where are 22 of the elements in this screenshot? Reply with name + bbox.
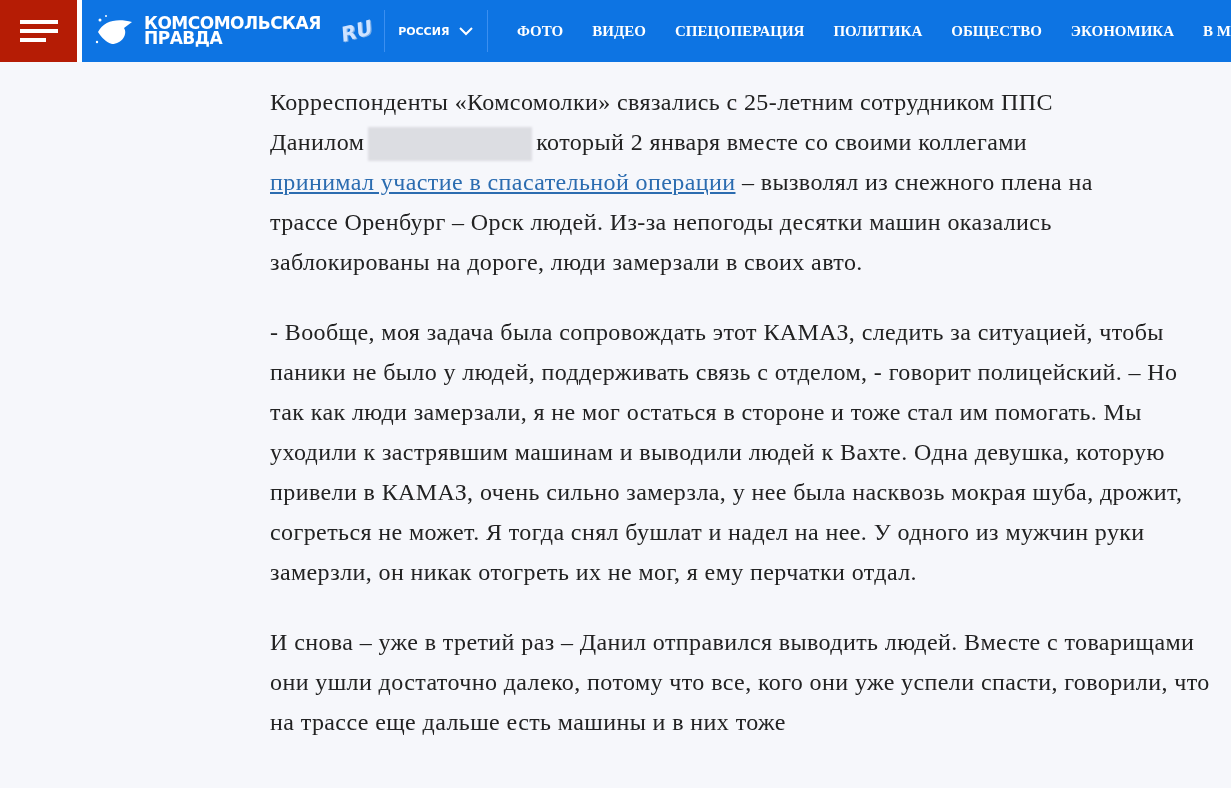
nav-link[interactable]: ОБЩЕСТВО: [951, 22, 1042, 40]
nav-link[interactable]: ПОЛИТИКА: [833, 22, 923, 40]
site-logo[interactable]: КОМСОМОЛЬСКАЯ ПРАВДА RU: [94, 12, 373, 50]
logo-text: КОМСОМОЛЬСКАЯ ПРАВДА: [144, 16, 321, 46]
paragraph-text: который 2 января вместе со своими коллегами: [536, 129, 1028, 155]
article-link[interactable]: принимал участие в спасательной операции: [270, 169, 736, 195]
paragraph-text: трассе Оренбург – Орск людей. Из-за непогоды десятки машин оказались заблокированы на дороге, люди замерзали в своих авто.: [270, 208, 1053, 277]
article-paragraph: И снова – уже в третий раз – Данил отправился выводить людей. Вместе с товарищами они ушли достаточно далеко, потому что все, кого они уже успели спасти, говорили, что на трассе еще дальше есть машины и в них тоже: [270, 628, 1210, 737]
chevron-down-icon: [459, 26, 474, 36]
nav-link[interactable]: ФОТО: [517, 22, 564, 40]
domain-label: RU: [338, 15, 375, 47]
paragraph-text: Корреспонденты «Комсомолки» связались с 25-летним сотрудником ППС: [270, 89, 1053, 115]
menu-button[interactable]: [0, 0, 77, 62]
nav-link[interactable]: СПЕЦОПЕРАЦИЯ: [674, 22, 805, 40]
menu-icon: [19, 20, 58, 42]
paragraph-text: – вызволял из снежного плена на: [741, 169, 1093, 195]
article-paragraph: - Вообще, моя задача была сопровождать этот КАМАЗ, следить за ситуацией, чтобы паники не было у людей, поддерживать связь с отделом, - говорит полицейский. – Но так как люди замерзали, я не мог остаться в стороне и тоже стал им помогать. Мы уходили к застрявшим машинам и выводили людей к Вахте. Одна девушка, которую привели в КАМАЗ, очень сильно замерзла, у нее была насквозь мокрая шуба, дрожит, согреться не может. Я тогда снял бушлат и надел на нее. У одного из мужчин руки замерзли, он никак отогреть их не мог, я ему перчатки отдал.: [270, 318, 1184, 587]
paragraph-text: Данилом: [270, 129, 365, 155]
nav-link[interactable]: ВИДЕО: [592, 22, 646, 40]
nav-link[interactable]: В М: [1203, 22, 1231, 40]
nav-link[interactable]: ЭКОНОМИКА: [1070, 22, 1175, 40]
region-dropdown[interactable]: РОССИЯ: [384, 11, 488, 51]
